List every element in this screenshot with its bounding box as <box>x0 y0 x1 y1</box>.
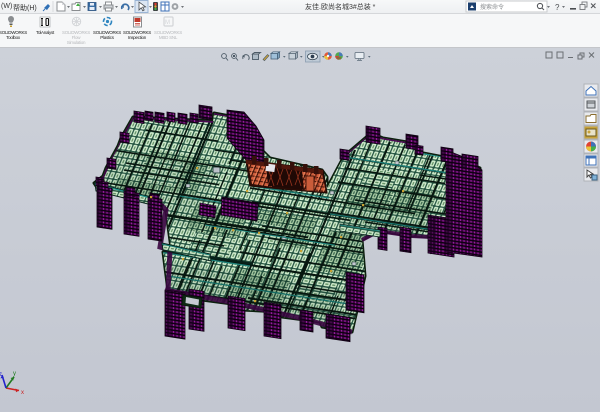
svg-text:?: ? <box>555 3 560 12</box>
svg-text:友佳.欧尚名城3#总装 *: 友佳.欧尚名城3#总装 * <box>305 2 376 11</box>
svg-text:M: M <box>165 20 170 26</box>
svg-text:x: x <box>21 390 24 396</box>
svg-text:z: z <box>0 372 2 378</box>
svg-text:y: y <box>13 371 16 377</box>
svg-text:搜索命令: 搜索命令 <box>480 3 504 11</box>
